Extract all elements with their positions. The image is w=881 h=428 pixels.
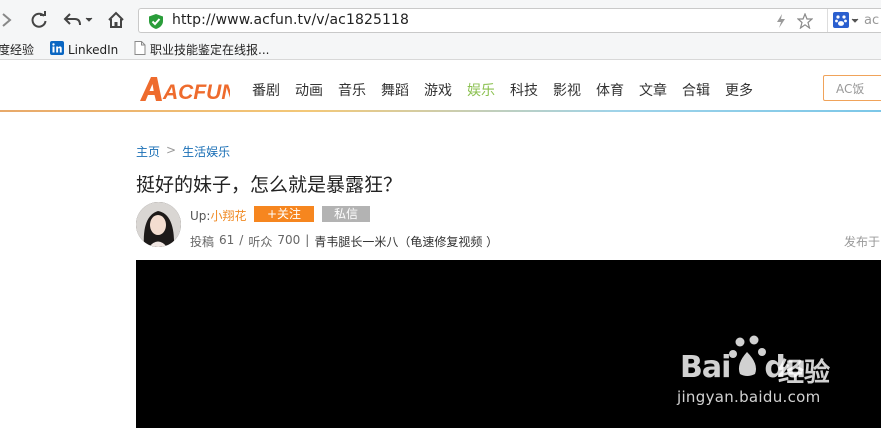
nav-item-sports[interactable]: 体育 (596, 80, 624, 100)
watermark-cn: 经验 (778, 358, 831, 388)
fans-label: 听众 (248, 235, 273, 249)
baidu-paw-icon[interactable] (833, 12, 859, 33)
video-title: 挺好的妹子，怎么就是暴露狂？ (136, 174, 403, 196)
posts-label: 投稿 (190, 235, 215, 249)
fans-count: 700 (277, 233, 301, 247)
header-divider (0, 110, 881, 112)
acfun-logo[interactable]: ACFUN (138, 73, 230, 103)
posts-count: 61 (219, 233, 235, 247)
nav-item-dance[interactable]: 舞蹈 (381, 80, 409, 100)
bookmarks-bar: 度经验 LinkedIn 职业技能鉴定在线报... (0, 38, 881, 60)
follow-button[interactable]: +关注 (254, 206, 314, 222)
watermark-logo-bai: Bai (680, 350, 731, 385)
site-nav: 番剧 动画 音乐 舞蹈 游戏 娱乐 科技 影视 体育 文章 合辑 更多 (252, 80, 768, 100)
linkedin-icon (50, 41, 64, 58)
nav-item-entertainment[interactable]: 娱乐 (467, 80, 495, 100)
breadcrumb-category[interactable]: 生活娱乐 (182, 143, 230, 160)
uploader-signature: 青韦腿长一米八（龟速修复视频 ） (314, 235, 499, 249)
nav-item-game[interactable]: 游戏 (424, 80, 452, 100)
nav-item-animation[interactable]: 动画 (295, 80, 323, 100)
breadcrumb-home[interactable]: 主页 (136, 143, 160, 160)
uploader-stats: 投稿 61 / 听众 700 | 青韦腿长一米八（龟速修复视频 ） (190, 233, 498, 250)
up-prefix: Up: (190, 208, 211, 223)
nav-item-articles[interactable]: 文章 (639, 80, 667, 100)
bookmark-linkedin[interactable]: LinkedIn (50, 41, 118, 58)
uploader-name[interactable]: 小翔花 (210, 207, 246, 224)
home-icon[interactable] (104, 9, 128, 31)
search-engine-box[interactable]: ac (827, 9, 881, 32)
browser-toolbar: http://www.acfun.tv/v/ac1825118 ac (0, 0, 881, 38)
url-text: http://www.acfun.tv/v/ac1825118 (172, 12, 410, 28)
bookmark-label: LinkedIn (68, 42, 119, 57)
secure-shield-icon (148, 13, 164, 34)
pipe-separator: | (305, 233, 310, 247)
site-search-input[interactable]: AC饭 (823, 75, 881, 101)
nav-item-collections[interactable]: 合辑 (682, 80, 710, 100)
page-icon (134, 41, 146, 58)
avatar[interactable] (136, 202, 181, 247)
address-bar[interactable]: http://www.acfun.tv/v/ac1825118 ac (138, 8, 881, 33)
nav-item-more[interactable]: 更多 (725, 80, 753, 100)
bookmark-label: 度经验 (0, 43, 35, 57)
nav-item-film[interactable]: 影视 (553, 80, 581, 100)
uploader-row: Up: 小翔花 (190, 207, 246, 224)
watermark-url: jingyan.baidu.com (677, 388, 821, 406)
breadcrumb: 主页 > 生活娱乐 (136, 143, 230, 160)
undo-close-tab-icon[interactable] (60, 9, 96, 31)
bookmark-star-icon[interactable] (796, 12, 814, 33)
logo-text: ACFUN (162, 81, 230, 103)
paw-icon (728, 330, 768, 384)
publish-time-label: 发布于 (844, 235, 881, 249)
baidu-jingyan-watermark: Bai du 经验 jingyan.baidu.com (677, 330, 880, 428)
reload-icon[interactable] (28, 9, 50, 31)
forward-icon[interactable] (0, 9, 14, 31)
private-message-button[interactable]: 私信 (322, 206, 370, 222)
stat-separator: / (239, 233, 244, 247)
nav-item-tech[interactable]: 科技 (510, 80, 538, 100)
bookmark-item[interactable]: 度经验 (0, 41, 34, 58)
nav-item-fanju[interactable]: 番剧 (252, 80, 280, 100)
breadcrumb-separator: > (166, 143, 177, 157)
bookmark-label: 职业技能鉴定在线报... (150, 43, 270, 57)
search-stub-text: ac (864, 13, 880, 28)
nav-item-music[interactable]: 音乐 (338, 80, 366, 100)
lightning-icon[interactable] (775, 13, 787, 33)
bookmark-item[interactable]: 职业技能鉴定在线报... (134, 41, 269, 58)
